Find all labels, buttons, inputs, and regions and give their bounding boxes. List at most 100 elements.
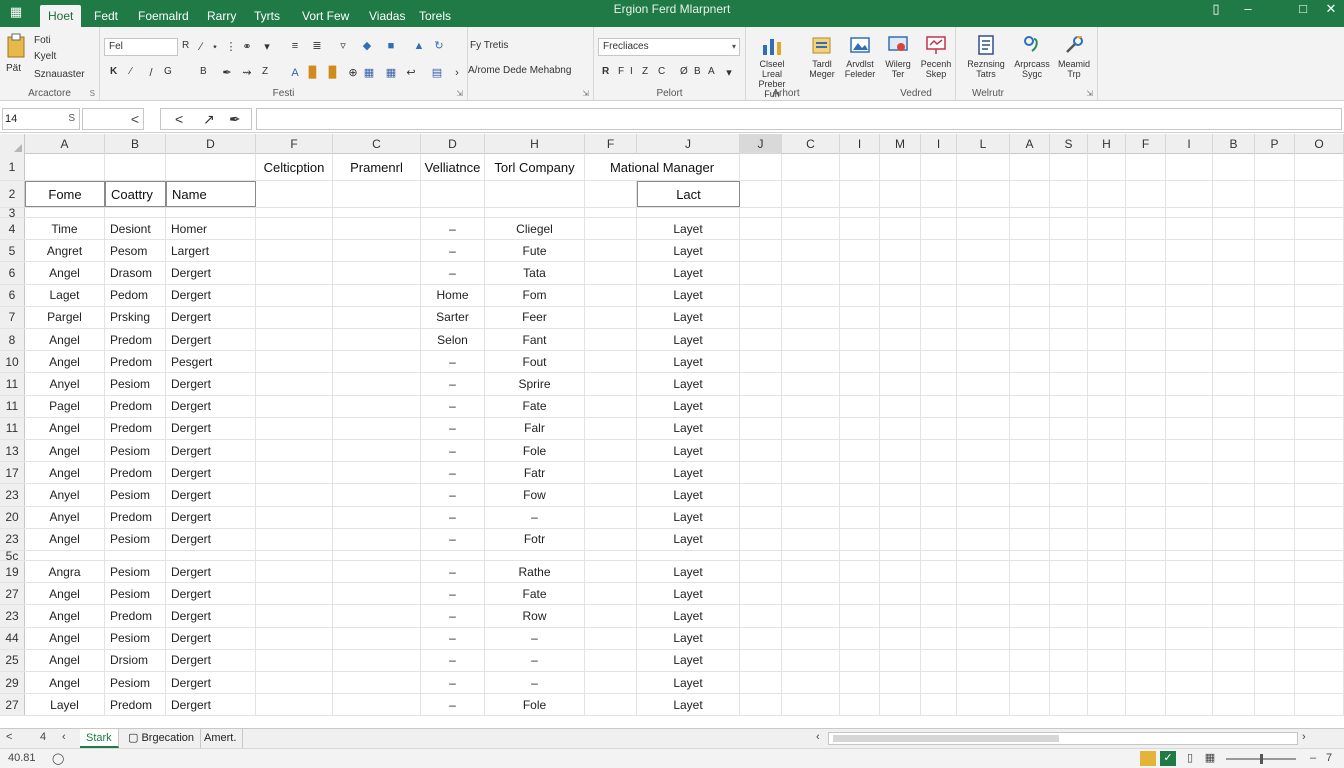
cell[interactable]	[1166, 262, 1213, 284]
cell-value[interactable]: Selon	[421, 329, 485, 351]
cell[interactable]	[840, 181, 880, 207]
cell[interactable]	[1126, 672, 1166, 694]
cell[interactable]	[585, 440, 637, 462]
cell[interactable]	[1213, 583, 1255, 605]
cell[interactable]	[256, 484, 333, 506]
cell-country[interactable]	[105, 551, 166, 560]
cell[interactable]	[782, 528, 840, 550]
cell-value[interactable]: –	[421, 583, 485, 605]
cell[interactable]	[585, 306, 637, 328]
row-header[interactable]: 11	[0, 395, 25, 417]
cell[interactable]	[585, 694, 637, 716]
cell[interactable]	[1255, 262, 1295, 284]
cell[interactable]	[585, 181, 637, 207]
shrink-font-icon[interactable]: ⋆	[208, 40, 222, 54]
cell[interactable]	[1088, 484, 1126, 506]
cell[interactable]	[740, 154, 782, 180]
cell[interactable]	[1088, 306, 1126, 328]
cell[interactable]	[1295, 506, 1344, 528]
cell[interactable]	[333, 440, 421, 462]
cell[interactable]	[1088, 506, 1126, 528]
cell[interactable]	[921, 649, 957, 671]
cell-company[interactable]: –	[485, 649, 585, 671]
cell[interactable]	[1088, 240, 1126, 262]
normal-view-button[interactable]: ✓	[1160, 751, 1176, 766]
cell[interactable]	[1166, 583, 1213, 605]
cell[interactable]	[1010, 462, 1050, 484]
cell[interactable]	[1010, 605, 1050, 627]
cell[interactable]	[256, 417, 333, 439]
cell[interactable]	[333, 484, 421, 506]
cell[interactable]	[840, 462, 880, 484]
cell[interactable]	[1295, 208, 1344, 217]
cell[interactable]	[840, 284, 880, 306]
cell[interactable]	[1050, 351, 1088, 373]
cell[interactable]	[1010, 240, 1050, 262]
cell[interactable]	[1126, 484, 1166, 506]
column-header[interactable]: I	[840, 134, 880, 154]
cell[interactable]	[1050, 484, 1088, 506]
cell[interactable]	[740, 417, 782, 439]
cell[interactable]	[1295, 395, 1344, 417]
cell-country[interactable]: Drsiom	[105, 649, 166, 671]
cell[interactable]	[1010, 181, 1050, 207]
cell[interactable]	[1050, 181, 1088, 207]
cell-company[interactable]: –	[485, 672, 585, 694]
cell-company[interactable]: Fatr	[485, 462, 585, 484]
row-header[interactable]: 23	[0, 605, 25, 627]
cell-manager[interactable]: Layet	[637, 462, 740, 484]
font-size-select[interactable]: R	[182, 40, 189, 51]
cell-company[interactable]: Fole	[485, 694, 585, 716]
cell[interactable]	[1050, 627, 1088, 649]
cell-name[interactable]: Angel	[25, 672, 105, 694]
horizontal-scrollbar[interactable]	[828, 732, 1298, 745]
cell[interactable]	[880, 417, 921, 439]
cell-value[interactable]: Sarter	[421, 306, 485, 328]
cell[interactable]	[585, 329, 637, 351]
cell-name[interactable]: Dergert	[166, 605, 256, 627]
cell[interactable]	[1295, 583, 1344, 605]
cell-manager[interactable]: Layet	[637, 240, 740, 262]
cell[interactable]	[1213, 181, 1255, 207]
cell-company[interactable]: Sprire	[485, 373, 585, 395]
cell-name[interactable]: Pesgert	[166, 351, 256, 373]
cell[interactable]	[1050, 462, 1088, 484]
cell[interactable]	[782, 208, 840, 217]
cell[interactable]	[880, 462, 921, 484]
cell[interactable]	[1213, 329, 1255, 351]
highlight-icon[interactable]: ▉	[306, 66, 320, 80]
header-cell[interactable]: Celticption	[256, 154, 333, 180]
cell[interactable]	[421, 208, 485, 217]
cell[interactable]	[1010, 440, 1050, 462]
cell[interactable]	[782, 262, 840, 284]
cell[interactable]	[1213, 551, 1255, 560]
cell[interactable]	[921, 462, 957, 484]
table-icon[interactable]: ▦	[362, 66, 376, 80]
cell[interactable]	[1088, 262, 1126, 284]
cell-value[interactable]: –	[421, 672, 485, 694]
cell[interactable]	[333, 417, 421, 439]
cell[interactable]	[256, 329, 333, 351]
cell[interactable]	[333, 240, 421, 262]
cell-value[interactable]: –	[421, 627, 485, 649]
cell[interactable]	[1088, 528, 1126, 550]
cell[interactable]	[1010, 694, 1050, 716]
cell[interactable]	[1126, 605, 1166, 627]
cell[interactable]	[957, 506, 1010, 528]
cell[interactable]	[333, 551, 421, 560]
method-button[interactable]: Meamid Trp	[1054, 31, 1094, 83]
cell[interactable]	[1255, 351, 1295, 373]
cell[interactable]	[1050, 306, 1088, 328]
cell-country[interactable]: Predom	[105, 417, 166, 439]
cell[interactable]	[1255, 329, 1295, 351]
cell[interactable]	[957, 218, 1010, 240]
cell[interactable]	[1088, 440, 1126, 462]
cell[interactable]	[333, 462, 421, 484]
column-header[interactable]: A	[1010, 134, 1050, 154]
column-header[interactable]: P	[1255, 134, 1295, 154]
reasoning-button[interactable]: Reznsing Tatrs	[966, 31, 1006, 83]
cell[interactable]	[1255, 672, 1295, 694]
cell[interactable]	[256, 181, 333, 207]
row-header[interactable]: 5c	[0, 549, 25, 563]
cell-name[interactable]: Dergert	[166, 506, 256, 528]
